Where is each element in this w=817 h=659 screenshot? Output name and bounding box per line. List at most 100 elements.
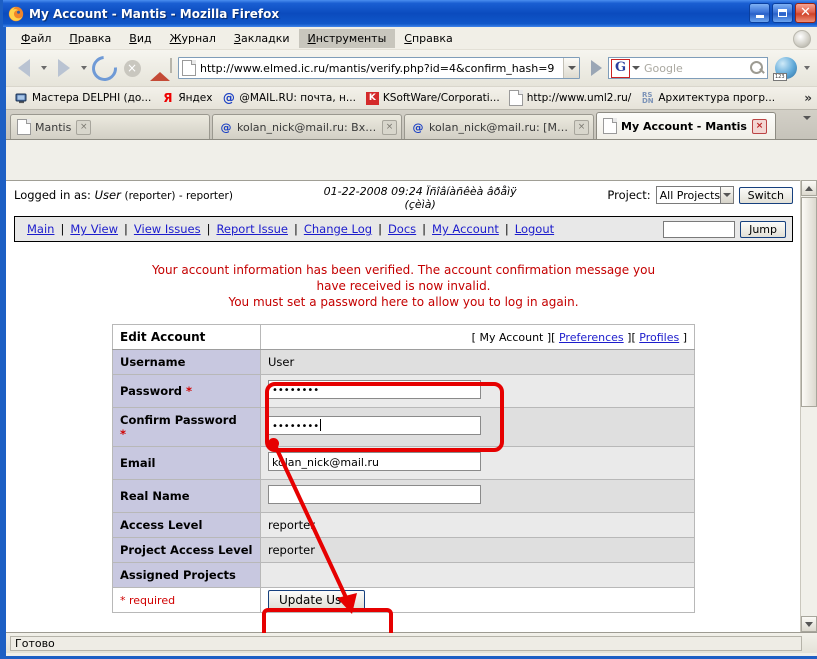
search-bar[interactable]: G Google <box>608 57 768 79</box>
tab-mail-inbox[interactable]: @ kolan_nick@mail.ru: Входя... × <box>212 114 402 139</box>
email-input[interactable]: kolan_nick@mail.ru <box>268 452 481 471</box>
nav-link-view-issues[interactable]: View Issues <box>128 222 207 236</box>
nav-link-main[interactable]: Main <box>21 222 60 236</box>
nav-link-docs[interactable]: Docs <box>382 222 422 236</box>
minimize-button[interactable] <box>749 3 770 23</box>
address-bar[interactable]: http://www.elmed.ic.ru/mantis/verify.php… <box>178 57 580 79</box>
menu-file[interactable]: ФФайлайл <box>12 29 60 48</box>
bookmark-item[interactable]: Я Яндех <box>156 90 217 107</box>
jump-input[interactable] <box>663 220 736 238</box>
extension-dropdown-icon[interactable] <box>804 66 810 70</box>
text-caret <box>320 419 322 431</box>
bookmark-item[interactable]: K KSoftWare/Corporati... <box>361 90 505 107</box>
cell-password: •••••••• <box>260 374 695 408</box>
tab-mail-message[interactable]: @ kolan_nick@mail.ru: [Manti... × <box>404 114 594 139</box>
nav-link-logout[interactable]: Logout <box>509 222 560 236</box>
real-name-input[interactable] <box>268 485 481 504</box>
menu-history[interactable]: Журнал <box>161 29 225 48</box>
menu-edit[interactable]: Правка <box>60 29 120 48</box>
cell-email: kolan_nick@mail.ru <box>260 446 695 480</box>
go-button[interactable] <box>584 56 608 80</box>
logged-in-role: (reporter) - reporter) <box>124 190 233 202</box>
project-select[interactable]: All Projects <box>655 186 734 204</box>
tab-my-account-mantis[interactable]: My Account - Mantis × <box>596 112 776 139</box>
stop-button[interactable]: × <box>118 54 146 82</box>
chevron-down-icon <box>720 187 733 203</box>
tab-close-icon[interactable]: × <box>574 119 589 135</box>
extension-button[interactable] <box>771 54 801 82</box>
update-user-button[interactable]: Update User <box>268 590 365 610</box>
confirm-password-input[interactable]: •••••••• <box>268 416 481 435</box>
scroll-up-button[interactable] <box>801 180 817 196</box>
value-assigned-projects <box>260 562 695 588</box>
home-button[interactable] <box>146 54 174 82</box>
browser-window: My Account - Mantis - Mozilla Firefox ✕ … <box>0 0 817 659</box>
project-label: Project: <box>607 188 651 202</box>
bookmark-item[interactable]: RS DN Архитектура прогр... <box>636 90 780 107</box>
nav-link-report-issue[interactable]: Report Issue <box>210 222 294 236</box>
reload-icon <box>86 50 122 86</box>
reload-button[interactable] <box>86 50 122 86</box>
menu-tools[interactable]: Инструменты <box>298 28 396 48</box>
switch-button[interactable]: Switch <box>738 186 793 204</box>
menu-help[interactable]: Справка <box>395 29 461 48</box>
table-header-row: Edit Account [ My Account ][ Preferences… <box>112 324 695 350</box>
page-content: Logged in as: User (reporter) - reporter… <box>6 180 817 633</box>
bookmark-item[interactable]: @ @MAIL.RU: почта, н... <box>217 90 360 107</box>
subnav-profiles[interactable]: [ Profiles ] <box>631 331 687 344</box>
tab-close-icon[interactable]: × <box>76 119 92 135</box>
bookmark-label: Яндех <box>178 92 213 104</box>
maximize-icon <box>778 9 787 17</box>
logged-in-status: Logged in as: User (reporter) - reporter… <box>14 185 233 202</box>
close-button[interactable]: ✕ <box>795 3 816 23</box>
mantis-header: Logged in as: User (reporter) - reporter… <box>6 181 801 213</box>
bookmark-label: http://www.uml2.ru/ <box>526 92 632 104</box>
tab-close-icon[interactable]: × <box>382 119 397 135</box>
back-button[interactable] <box>10 54 38 82</box>
back-dropdown-icon[interactable] <box>41 66 47 70</box>
label-password: Password * <box>112 374 261 408</box>
maximize-button[interactable] <box>772 3 793 23</box>
table-row-confirm-password: Confirm Password * •••••••• <box>112 407 695 447</box>
password-input[interactable]: •••••••• <box>268 380 481 399</box>
project-selector-area: Project: All Projects Switch <box>607 185 793 204</box>
scrollbar-thumb[interactable] <box>801 197 817 407</box>
cell-real-name <box>260 479 695 513</box>
magnifier-icon[interactable] <box>747 58 767 78</box>
tab-close-icon[interactable]: × <box>751 118 767 134</box>
edit-account-title: Edit Account <box>112 324 261 350</box>
forward-button[interactable] <box>50 54 78 82</box>
subnav-preferences[interactable]: [ Preferences ] <box>551 331 631 344</box>
title-bar: My Account - Mantis - Mozilla Firefox ✕ <box>3 0 817 27</box>
tab-list-all-icon[interactable] <box>803 116 811 133</box>
menu-bookmarks[interactable]: Закладки <box>225 29 299 48</box>
forward-dropdown-icon[interactable] <box>81 66 87 70</box>
go-arrow-icon <box>590 60 602 76</box>
bookmark-label: KSoftWare/Corporati... <box>382 92 500 104</box>
chevron-down-icon <box>567 66 576 70</box>
nav-link-my-account[interactable]: My Account <box>426 222 505 236</box>
page-scrollbar[interactable] <box>800 180 817 632</box>
search-engine-chevron-icon[interactable] <box>632 66 640 70</box>
status-text: Готово <box>10 636 802 651</box>
address-dropdown-button[interactable] <box>563 58 579 78</box>
jump-button[interactable]: Jump <box>740 220 786 238</box>
window-title: My Account - Mantis - Mozilla Firefox <box>29 6 280 21</box>
bookmarks-bar: Мастера DELPHI (до... Я Яндех @ @MAIL.RU… <box>6 87 817 110</box>
label-username: Username <box>112 349 261 375</box>
tab-strip: Mantis × @ kolan_nick@mail.ru: Входя... … <box>6 110 817 140</box>
scroll-down-button[interactable] <box>801 616 817 632</box>
nav-link-change-log[interactable]: Change Log <box>298 222 378 236</box>
label-email: Email <box>112 446 261 480</box>
browser-chrome: ФФайлайл Правка Вид Журнал Закладки Инст… <box>6 27 817 656</box>
bookmarks-overflow-icon[interactable]: » <box>804 91 812 105</box>
table-row-email: Email kolan_nick@mail.ru <box>112 446 695 480</box>
tab-mantis[interactable]: Mantis × <box>10 114 210 139</box>
nav-link-my-view[interactable]: My View <box>64 222 124 236</box>
bookmark-item[interactable]: http://www.uml2.ru/ <box>505 90 637 107</box>
search-input[interactable]: Google <box>640 62 747 75</box>
navigation-toolbar: × http://www.elmed.ic.ru/mantis/verify.p… <box>6 50 817 87</box>
google-logo-icon[interactable]: G <box>611 58 630 78</box>
bookmark-item[interactable]: Мастера DELPHI (до... <box>10 90 156 107</box>
menu-view[interactable]: Вид <box>120 29 160 48</box>
